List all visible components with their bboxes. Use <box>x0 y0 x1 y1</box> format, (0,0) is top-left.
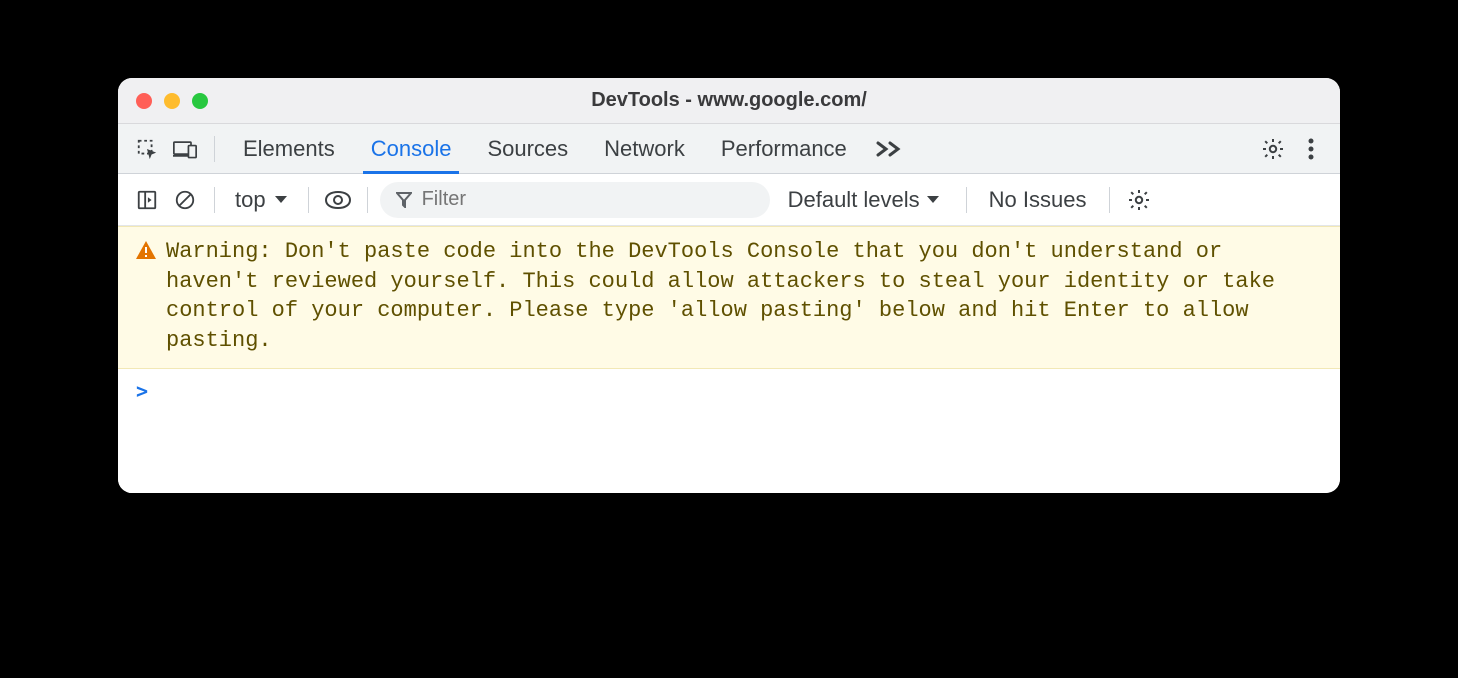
minimize-window-button[interactable] <box>164 93 180 109</box>
console-settings-icon[interactable] <box>1122 183 1156 217</box>
warning-text: Warning: Don't paste code into the DevTo… <box>166 237 1322 356</box>
tab-network[interactable]: Network <box>588 124 701 173</box>
tab-performance[interactable]: Performance <box>705 124 863 173</box>
chevron-down-icon <box>926 195 940 205</box>
issues-label[interactable]: No Issues <box>979 187 1097 213</box>
chevron-down-icon <box>274 195 288 205</box>
filter-input[interactable] <box>422 188 754 211</box>
tab-console[interactable]: Console <box>355 124 468 173</box>
warning-message-row: Warning: Don't paste code into the DevTo… <box>118 226 1340 369</box>
console-toolbar: top Default levels No Issues <box>118 174 1340 226</box>
title-bar: DevTools - www.google.com/ <box>118 78 1340 124</box>
console-prompt-row[interactable]: > <box>118 369 1340 493</box>
context-label: top <box>235 187 266 213</box>
divider <box>214 187 215 213</box>
prompt-chevron-icon: > <box>136 379 148 403</box>
close-window-button[interactable] <box>136 93 152 109</box>
levels-label: Default levels <box>788 187 920 213</box>
devtools-window: DevTools - www.google.com/ Elements Cons… <box>118 78 1340 493</box>
divider <box>367 187 368 213</box>
maximize-window-button[interactable] <box>192 93 208 109</box>
divider <box>214 136 215 162</box>
filter-box[interactable] <box>380 182 770 218</box>
more-tabs-icon[interactable] <box>867 132 911 166</box>
console-output: Warning: Don't paste code into the DevTo… <box>118 226 1340 493</box>
traffic-lights <box>136 93 208 109</box>
live-expression-icon[interactable] <box>321 183 355 217</box>
inspect-element-icon[interactable] <box>130 132 164 166</box>
warning-icon <box>136 241 156 356</box>
device-toolbar-icon[interactable] <box>168 132 202 166</box>
log-levels-selector[interactable]: Default levels <box>774 187 954 213</box>
window-title: DevTools - www.google.com/ <box>118 89 1340 112</box>
clear-console-icon[interactable] <box>168 183 202 217</box>
tab-sources[interactable]: Sources <box>471 124 584 173</box>
context-selector[interactable]: top <box>227 187 296 213</box>
tab-elements[interactable]: Elements <box>227 124 351 173</box>
divider <box>1109 187 1110 213</box>
kebab-menu-icon[interactable] <box>1294 132 1328 166</box>
divider <box>308 187 309 213</box>
settings-icon[interactable] <box>1256 132 1290 166</box>
toggle-sidebar-icon[interactable] <box>130 183 164 217</box>
panel-tab-bar: Elements Console Sources Network Perform… <box>118 124 1340 174</box>
divider <box>966 187 967 213</box>
funnel-icon <box>396 192 412 208</box>
